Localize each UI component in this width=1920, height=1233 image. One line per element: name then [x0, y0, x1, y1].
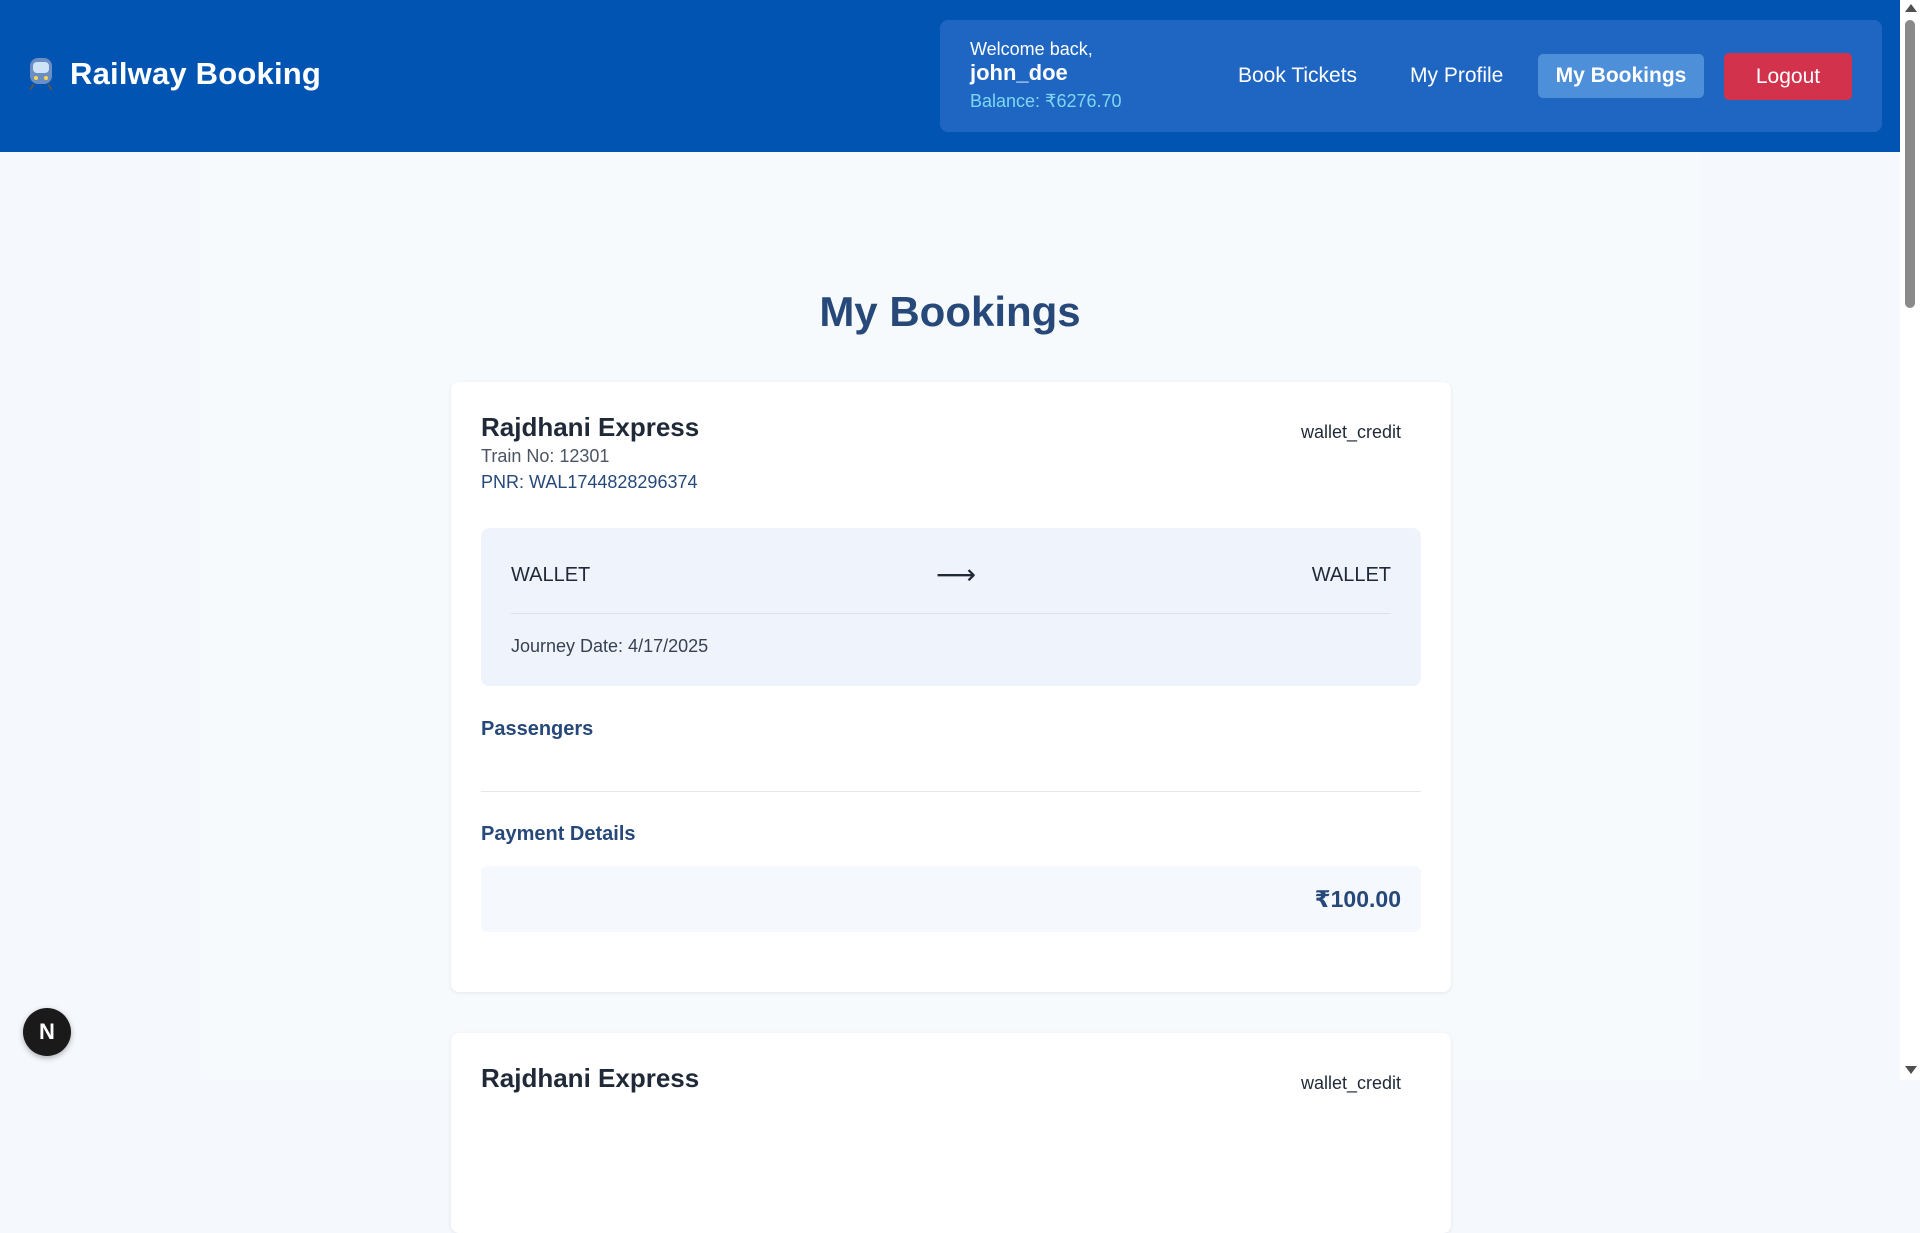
user-panel: Welcome back, john_doe Balance: ₹6276.70… [940, 20, 1882, 132]
booking-status-badge: wallet_credit [1300, 1073, 1401, 1093]
payment-amount: ₹100.00 [1314, 886, 1401, 912]
logout-button[interactable]: Logout [1724, 53, 1852, 100]
top-navbar: Railway Booking Welcome back, john_doe B… [0, 0, 1900, 152]
scroll-up-arrow-icon[interactable] [1905, 4, 1917, 12]
wallet-balance: Balance: ₹6276.70 [970, 91, 1122, 111]
pnr-number: PNR: WAL1744828296374 [481, 472, 698, 492]
payment-details-heading: Payment Details [481, 823, 636, 845]
train-icon [29, 58, 53, 91]
scrollbar[interactable] [1900, 0, 1920, 1080]
arrow-right-icon: ⟶ [936, 559, 977, 590]
route-box: WALLET ⟶ WALLET Journey Date: 4/17/2025 [481, 528, 1421, 686]
scroll-down-arrow-icon[interactable] [1905, 1066, 1917, 1074]
dev-tools-badge[interactable]: N [23, 1008, 71, 1056]
divider [511, 613, 1391, 614]
welcome-text: Welcome back, [970, 39, 1093, 59]
train-name: Rajdhani Express [481, 412, 700, 442]
passengers-heading: Passengers [481, 718, 594, 740]
train-number: Train No: 12301 [481, 446, 610, 466]
booking-card: Rajdhani Express wallet_credit [451, 1033, 1451, 1233]
divider [481, 791, 1421, 792]
route-to: WALLET [1311, 564, 1391, 586]
page-title: My Bookings [819, 288, 1081, 335]
username: john_doe [970, 60, 1068, 85]
train-name: Rajdhani Express [481, 1063, 700, 1093]
payment-amount-box: ₹100.00 [481, 866, 1421, 932]
brand-title: Railway Booking [70, 56, 322, 91]
welcome-block: Welcome back, john_doe Balance: ₹6276.70 [970, 38, 1122, 116]
nav-my-profile[interactable]: My Profile [1390, 54, 1523, 98]
journey-date: Journey Date: 4/17/2025 [511, 636, 709, 656]
scrollbar-thumb[interactable] [1905, 20, 1915, 308]
route-from: WALLET [511, 564, 591, 586]
nav-my-bookings[interactable]: My Bookings [1538, 54, 1704, 98]
booking-status-badge: wallet_credit [1300, 422, 1401, 442]
booking-card: Rajdhani Express Train No: 12301 PNR: WA… [451, 382, 1451, 992]
nav-book-tickets[interactable]: Book Tickets [1218, 54, 1377, 98]
brand[interactable]: Railway Booking [26, 56, 321, 92]
